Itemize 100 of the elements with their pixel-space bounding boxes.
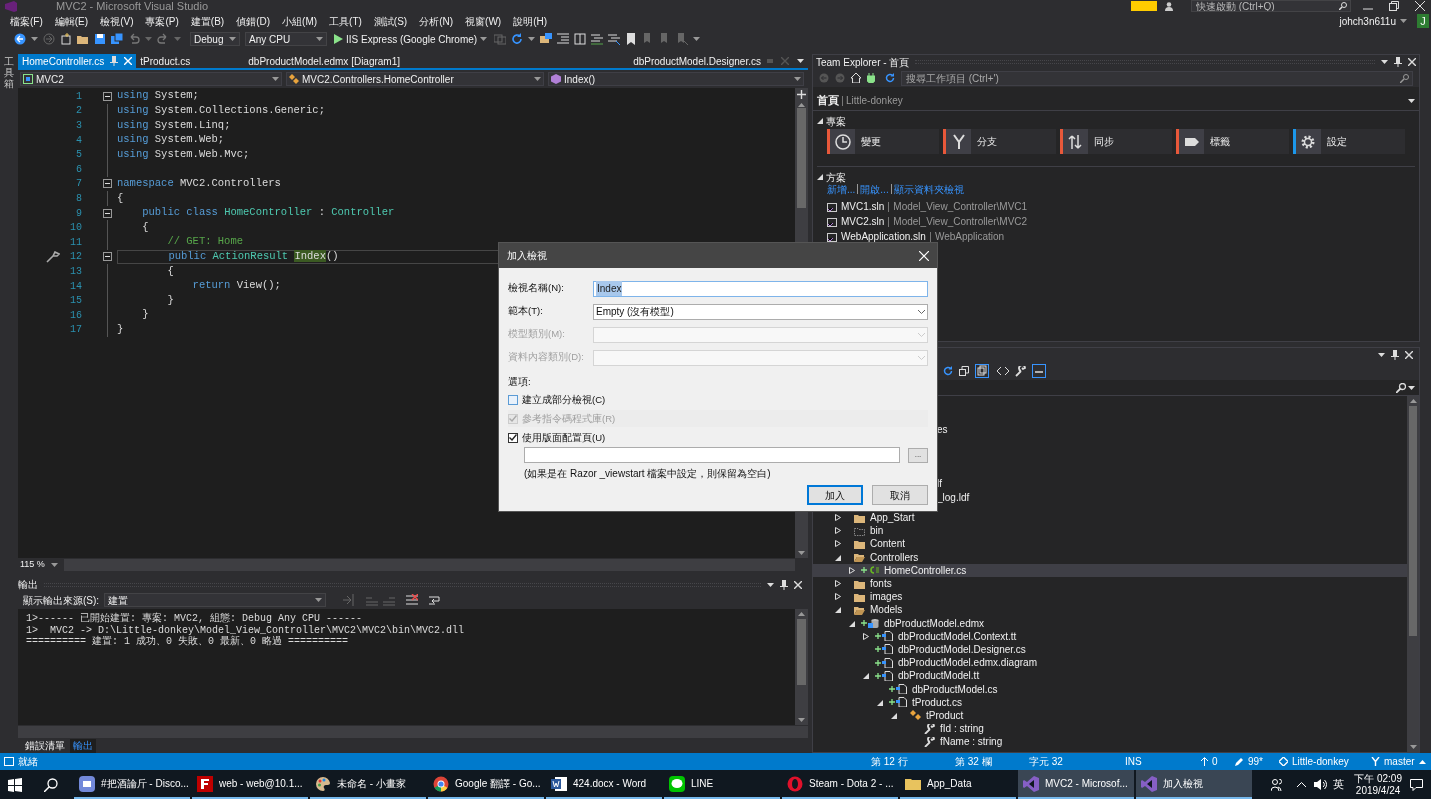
- scroll-bar[interactable]: [1407, 396, 1419, 752]
- tree-item[interactable]: fonts: [813, 576, 1407, 591]
- link[interactable]: 顯示資料夾檢視: [893, 181, 964, 197]
- caret-icon[interactable]: [1408, 385, 1415, 390]
- layout-page-field[interactable]: [524, 447, 900, 464]
- expander-icon[interactable]: [863, 672, 869, 680]
- link[interactable]: 開啟...: [860, 181, 889, 197]
- refresh-icon[interactable]: [511, 33, 524, 45]
- collapse-icon[interactable]: [103, 252, 112, 262]
- collapse-icon[interactable]: [103, 179, 112, 189]
- clock-button[interactable]: 下午 02:09 2019/4/24: [1354, 772, 1402, 797]
- navigation-tile[interactable]: 變更: [827, 129, 940, 154]
- search-icon[interactable]: [1396, 382, 1406, 393]
- run-button[interactable]: IIS Express (Google Chrome): [332, 32, 490, 46]
- expander-icon[interactable]: [835, 553, 841, 561]
- comment-icon[interactable]: [591, 33, 604, 45]
- solution-name[interactable]: MVC2.sln: [841, 214, 885, 229]
- preview-icon[interactable]: [1032, 364, 1046, 378]
- taskbar-button[interactable]: Google 翻譯 - Go...: [428, 770, 544, 799]
- undo-icon[interactable]: [128, 33, 140, 45]
- tree-item[interactable]: Content: [813, 537, 1407, 551]
- panel-tab[interactable]: 輸出: [70, 739, 96, 753]
- tree-item[interactable]: tProduct: [813, 708, 1407, 722]
- tree-item[interactable]: dbProductModel.Designer.cs: [813, 642, 1407, 657]
- panel-tab[interactable]: 錯誤清單: [22, 739, 68, 753]
- code-icon[interactable]: [997, 366, 1009, 376]
- menu-item[interactable]: 專案(P): [139, 13, 185, 29]
- quick-launch-field[interactable]: 快速啟動 (Ctrl+Q): [1191, 0, 1351, 12]
- caret-icon[interactable]: [480, 37, 488, 41]
- menu-item[interactable]: 小組(M): [276, 13, 324, 29]
- browse-button[interactable]: ...: [908, 447, 928, 463]
- caret-icon[interactable]: [1381, 60, 1388, 64]
- taskbar-button[interactable]: App_Data: [900, 770, 1016, 799]
- collapse-all-icon[interactable]: [959, 366, 969, 376]
- tree-item[interactable]: dbProductModel.edmx.diagram: [813, 656, 1407, 670]
- horizontal-scroll-bar[interactable]: [18, 726, 808, 738]
- tree-item[interactable]: fId : string: [813, 722, 1407, 736]
- expander-icon[interactable]: [849, 566, 855, 574]
- menu-item[interactable]: 編輯(E): [48, 13, 95, 29]
- horizontal-scroll-bar[interactable]: [63, 559, 795, 571]
- find-in-files-icon[interactable]: [540, 33, 553, 45]
- pending-changes-button[interactable]: 99*: [1235, 754, 1279, 769]
- caret-icon[interactable]: [528, 37, 536, 41]
- navigation-tile[interactable]: 標籤: [1176, 129, 1289, 154]
- indent-icon[interactable]: [557, 33, 570, 45]
- tree-item[interactable]: images: [813, 590, 1407, 604]
- screwdriver-icon[interactable]: [46, 250, 60, 263]
- tree-item[interactable]: Controllers: [813, 550, 1407, 564]
- caret-icon[interactable]: [1378, 353, 1385, 357]
- expander-icon[interactable]: [835, 593, 841, 601]
- scroll-down-icon[interactable]: [798, 718, 805, 722]
- expander-icon[interactable]: [817, 174, 823, 180]
- caret-icon[interactable]: [50, 563, 58, 567]
- clear-all-icon[interactable]: [406, 594, 419, 606]
- collapse-icon[interactable]: [103, 91, 112, 101]
- scroll-thumb[interactable]: [797, 108, 806, 208]
- new-project-icon[interactable]: [60, 33, 72, 45]
- repository-button[interactable]: Little-donkey: [1279, 754, 1371, 769]
- tree-item[interactable]: bin: [813, 524, 1407, 538]
- tree-item[interactable]: tProduct.cs: [813, 695, 1407, 709]
- menu-item[interactable]: 分析(N): [413, 13, 460, 29]
- taskbar-button[interactable]: #把酒論斤 - Disco...: [74, 770, 190, 799]
- member-dropdown[interactable]: Index(): [548, 72, 804, 86]
- menu-item[interactable]: 檔案(F): [4, 13, 49, 29]
- dropdown[interactable]: Empty (沒有模型): [593, 303, 928, 320]
- caret-icon[interactable]: [31, 37, 38, 41]
- navigation-tile[interactable]: 分支: [943, 129, 1056, 154]
- scroll-thumb[interactable]: [797, 619, 806, 685]
- home-icon[interactable]: [851, 73, 861, 83]
- refresh-icon[interactable]: [885, 73, 895, 83]
- navigation-tile[interactable]: 同步: [1059, 129, 1173, 154]
- tree-item[interactable]: dbProductModel.edmx: [813, 616, 1407, 630]
- taskbar-button[interactable]: LINE: [664, 770, 780, 799]
- navigation-tile[interactable]: 設定: [1292, 129, 1406, 154]
- goto-line-icon[interactable]: [343, 594, 356, 606]
- taskbar-button[interactable]: web - web@10.1...: [192, 770, 308, 799]
- redo-icon[interactable]: [157, 33, 169, 45]
- split-icon[interactable]: [574, 33, 587, 45]
- user-avatar[interactable]: J: [1417, 14, 1429, 28]
- tree-item[interactable]: _log.ldf: [937, 490, 970, 504]
- menu-item[interactable]: 工具(T): [323, 13, 368, 29]
- taskbar-button[interactable]: 未命名 - 小畫家: [310, 770, 426, 799]
- notification-icon[interactable]: [1410, 778, 1423, 791]
- input-method-button[interactable]: 英: [1333, 776, 1345, 793]
- bookmark-icon[interactable]: [625, 33, 638, 45]
- expander-icon[interactable]: [863, 632, 869, 640]
- publish-button[interactable]: 0: [1201, 754, 1235, 769]
- platform-dropdown[interactable]: Any CPU: [245, 32, 327, 46]
- collapse-icon[interactable]: [103, 208, 112, 218]
- expander-icon[interactable]: [849, 619, 855, 627]
- expander-icon[interactable]: [835, 527, 841, 535]
- toolbox-tab[interactable]: 工具箱: [4, 56, 14, 89]
- back-icon[interactable]: [14, 33, 26, 45]
- scroll-down-icon[interactable]: [798, 551, 805, 555]
- taskbar-button[interactable]: Steam - Dota 2 - ...: [782, 770, 898, 799]
- branch-button[interactable]: master: [1371, 754, 1431, 769]
- solution-name[interactable]: WebApplication.sln: [841, 229, 926, 244]
- tree-item[interactable]: App_Start: [813, 511, 1407, 525]
- tree-item[interactable]: Models: [813, 603, 1407, 617]
- expander-icon[interactable]: [817, 118, 823, 124]
